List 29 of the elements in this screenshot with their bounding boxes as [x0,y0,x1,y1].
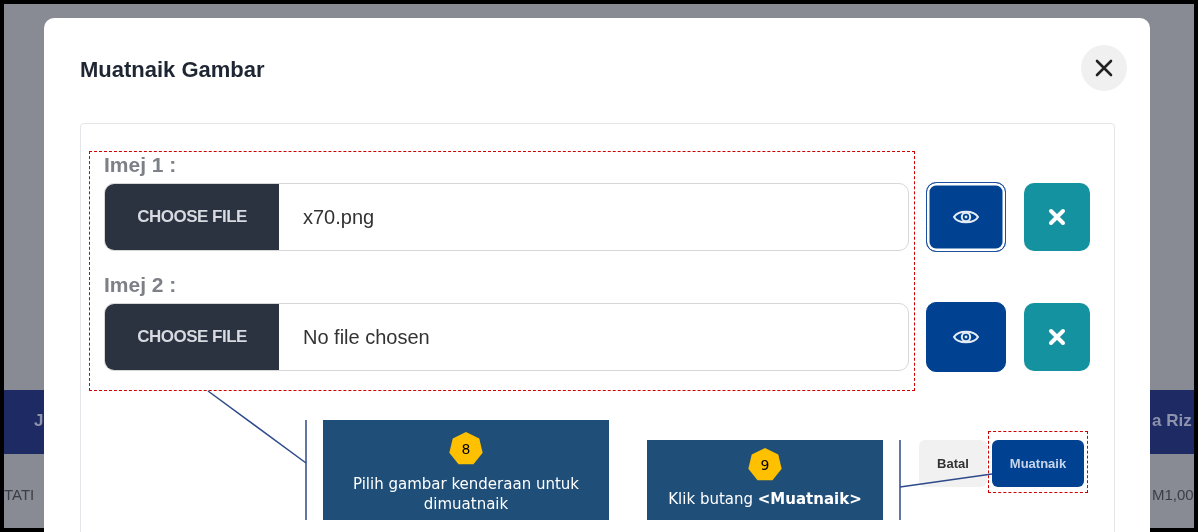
step-badge: 9 [748,448,782,482]
close-button[interactable] [1081,44,1127,91]
callout-text: Pilih gambar kenderaan untuk dimuatnaik [352,474,580,514]
field-label: Imej 1 : [104,152,178,178]
file-input[interactable]: CHOOSE FILE No file chosen [104,303,910,371]
close-icon [1048,208,1066,226]
preview-button[interactable] [926,302,1007,372]
file-input[interactable]: CHOOSE FILE x70.png [104,183,910,251]
file-name: x70.png [302,204,375,230]
remove-button[interactable] [1024,303,1090,371]
step-badge: 8 [449,432,483,466]
upload-button[interactable]: Muatnaik [992,440,1084,487]
eye-icon [952,208,981,226]
close-icon [1094,57,1114,78]
choose-file-button[interactable]: CHOOSE FILE [105,304,279,370]
field-label: Imej 2 : [104,272,178,298]
background-text: TATI [4,486,35,503]
close-icon [1048,328,1066,346]
background-text: M1,00 [1152,486,1194,503]
background-text: J [34,411,44,431]
modal-title: Muatnaik Gambar [80,56,265,83]
eye-icon [952,328,981,346]
cancel-button[interactable]: Batal [919,440,987,487]
file-name: No file chosen [302,324,430,350]
preview-button[interactable] [926,182,1007,252]
remove-button[interactable] [1024,183,1090,251]
callout-text: Klik butang <Muatnaik> [667,490,863,508]
background-text: a Riz [1152,411,1192,431]
choose-file-button[interactable]: CHOOSE FILE [105,184,279,250]
